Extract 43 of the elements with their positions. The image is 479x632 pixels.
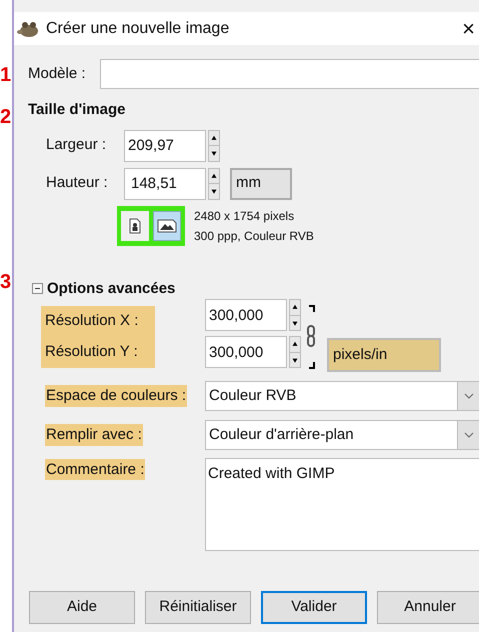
step-number: 1 xyxy=(0,64,12,86)
field-label: Modèle : xyxy=(28,64,87,84)
spin-buttons[interactable] xyxy=(289,336,301,368)
chevron-down-icon xyxy=(464,393,474,399)
portrait-page-icon xyxy=(129,218,141,234)
height-field[interactable]: 148,51 xyxy=(124,168,206,200)
step-number: 3 xyxy=(0,271,12,293)
orientation-toggle[interactable] xyxy=(121,210,149,240)
resolution-unit-dropdown[interactable]: pixels/in xyxy=(327,338,441,372)
chevron-down-icon xyxy=(464,432,474,438)
close-button[interactable]: × xyxy=(462,18,475,40)
landscape-page-icon xyxy=(157,218,177,232)
dialog-button[interactable]: Réinitialiser xyxy=(145,591,251,624)
window-title: Créer une nouvelle image xyxy=(46,18,230,38)
orientation-toggle[interactable] xyxy=(153,210,181,240)
field-label: Résolution Y : xyxy=(45,342,139,362)
dialog-button[interactable]: Valider xyxy=(261,591,367,624)
width-field[interactable]: 209,97 xyxy=(124,130,206,162)
field-label: Commentaire : xyxy=(45,459,146,480)
mascot-icon xyxy=(16,20,40,38)
section-heading: Taille d'image xyxy=(27,100,126,120)
dialog-button[interactable]: Aide xyxy=(29,591,135,624)
step-number: 2 xyxy=(0,106,12,128)
field-label: Espace de couleurs : xyxy=(45,384,188,408)
resolution-field[interactable]: 300,000 xyxy=(205,299,287,331)
field-label: Largeur : xyxy=(46,135,108,156)
spin-buttons[interactable] xyxy=(208,130,220,162)
image-info: 2480 x 1754 pixels xyxy=(194,208,296,224)
spin-buttons[interactable] xyxy=(208,168,220,200)
field-label: Hauteur : xyxy=(46,173,109,194)
select-field[interactable]: Couleur RVB xyxy=(205,381,479,411)
dialog-button[interactable]: Annuler xyxy=(377,591,479,624)
unit-dropdown[interactable]: mm xyxy=(230,168,292,200)
section-heading: Options avancées xyxy=(47,278,176,298)
image-info: 300 ppp, Couleur RVB xyxy=(194,228,314,244)
spin-buttons[interactable] xyxy=(289,299,301,331)
collapse-icon[interactable] xyxy=(32,283,43,294)
field-label: Remplir avec : xyxy=(45,424,143,446)
comment-field[interactable]: Created with GIMP xyxy=(205,458,479,551)
select-field[interactable]: Couleur d'arrière-plan xyxy=(205,420,479,450)
resolution-field[interactable]: 300,000 xyxy=(205,336,287,368)
field-label: Résolution X : xyxy=(45,311,140,332)
chain-link-icon xyxy=(305,302,317,372)
